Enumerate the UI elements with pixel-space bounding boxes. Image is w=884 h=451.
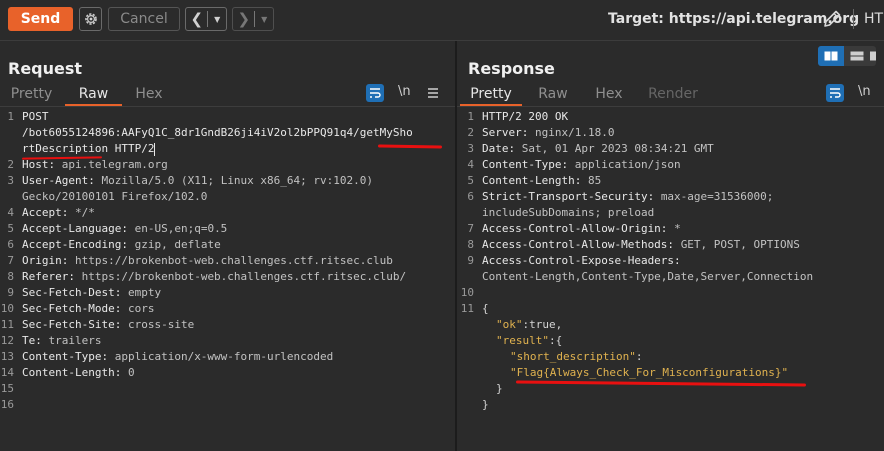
- text-cursor: [154, 142, 156, 156]
- send-button[interactable]: Send: [8, 7, 73, 31]
- hamburger-menu-icon: [428, 88, 438, 98]
- cancel-button[interactable]: Cancel: [108, 7, 180, 31]
- toolbar-divider: [853, 9, 854, 29]
- chevron-left-icon: ❮: [190, 10, 204, 28]
- panel-icon: [870, 51, 876, 61]
- history-forward-button[interactable]: ❯ ▼: [232, 7, 274, 31]
- layout-toggle[interactable]: [818, 46, 876, 66]
- rows-icon: [850, 51, 864, 61]
- gear-icon: [84, 13, 97, 25]
- newline-toggle[interactable]: \n: [858, 84, 871, 99]
- newline-toggle[interactable]: \n: [398, 84, 411, 99]
- request-tabs: Pretty Raw Hex: [0, 86, 455, 106]
- edit-target-button[interactable]: [821, 8, 843, 30]
- stacked-layout-button[interactable]: [844, 46, 870, 66]
- tab-hex[interactable]: Hex: [130, 86, 168, 106]
- top-toolbar: Send Cancel ❮ ▼ ❯ ▼ Target: https://api.…: [0, 0, 884, 40]
- json-key: "short_description": [510, 350, 636, 363]
- caret-down-icon[interactable]: ▼: [208, 15, 226, 24]
- red-underline-annotation: [515, 380, 807, 387]
- tab-raw[interactable]: Raw: [532, 86, 574, 106]
- next-tab-label[interactable]: HT: [864, 11, 883, 27]
- side-by-side-layout-button[interactable]: [818, 46, 844, 66]
- json-key: "result": [496, 334, 549, 347]
- json-key: "ok": [496, 318, 523, 331]
- wrap-lines-icon: [370, 88, 381, 98]
- response-panel: Response Pretty Raw Hex Render \n 1 HTTP/…: [457, 41, 884, 451]
- pretty-print-toggle[interactable]: [826, 84, 844, 102]
- request-title: Request: [8, 59, 83, 78]
- red-underline-annotation: [377, 144, 443, 149]
- response-tabs: Pretty Raw Hex Render: [457, 86, 884, 106]
- menu-button[interactable]: [426, 85, 440, 99]
- wrap-lines-icon: [830, 88, 841, 98]
- tab-pretty[interactable]: Pretty: [460, 86, 522, 106]
- request-panel: Request Pretty Raw Hex \n 1 POST /bot6055…: [0, 41, 455, 451]
- tab-hex[interactable]: Hex: [591, 86, 627, 106]
- settings-button[interactable]: [79, 7, 102, 31]
- tab-pretty[interactable]: Pretty: [6, 86, 57, 106]
- history-back-button[interactable]: ❮ ▼: [185, 7, 227, 31]
- caret-down-icon[interactable]: ▼: [255, 15, 273, 24]
- tab-raw[interactable]: Raw: [65, 86, 122, 106]
- tab-render[interactable]: Render: [647, 86, 699, 106]
- columns-icon: [824, 51, 838, 61]
- json-value: true,: [529, 318, 563, 331]
- pretty-print-toggle[interactable]: [366, 84, 384, 102]
- chevron-right-icon: ❯: [237, 10, 251, 28]
- response-title: Response: [468, 59, 555, 78]
- pencil-icon: [824, 10, 841, 27]
- single-layout-button[interactable]: [870, 46, 876, 66]
- flag-value: "Flag{Always_Check_For_Misconfigurations…: [510, 366, 789, 379]
